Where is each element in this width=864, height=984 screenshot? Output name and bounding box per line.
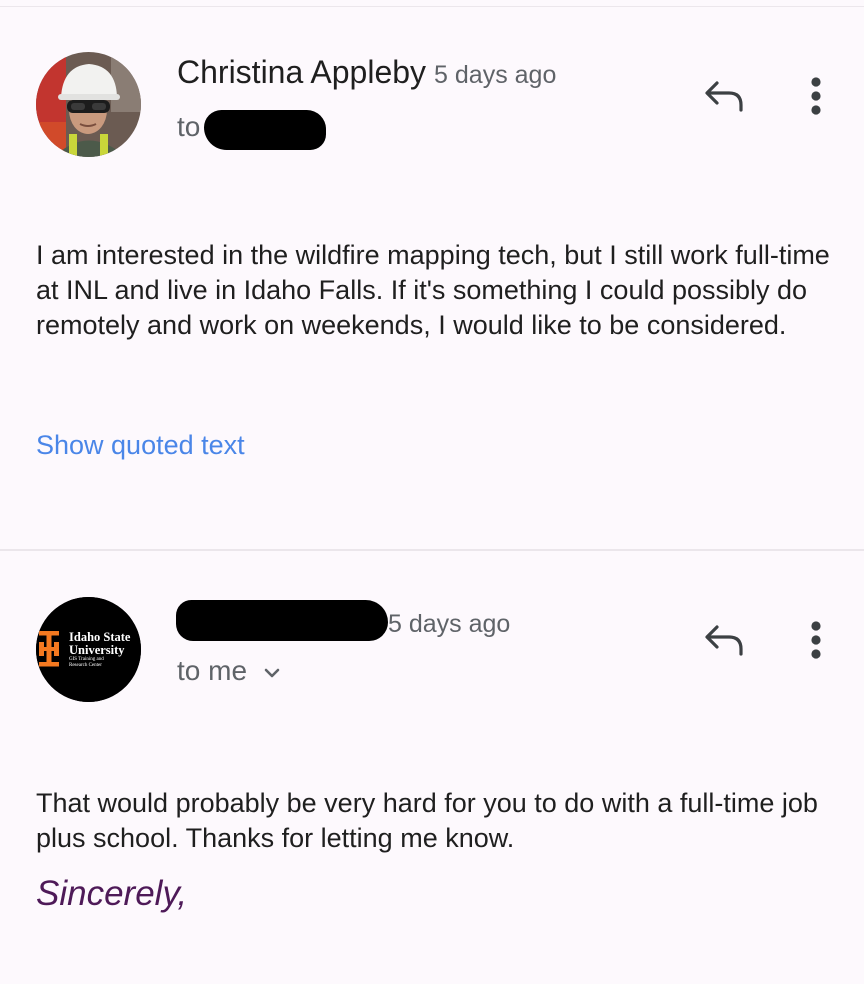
- recipient-line[interactable]: to: [177, 111, 200, 143]
- reply-button[interactable]: [696, 68, 752, 124]
- reply-arrow-icon: [705, 81, 743, 112]
- person-photo: [36, 52, 141, 157]
- signature-signoff: Sincerely,: [36, 874, 188, 913]
- email-message-2: Idaho State University GIS Training and …: [0, 551, 864, 984]
- redaction-mark: [176, 600, 388, 641]
- recipient-text: to me: [177, 655, 248, 686]
- sender-name[interactable]: Christina Appleby: [177, 54, 426, 90]
- sender-line: Christina Appleby 5 days ago: [177, 54, 556, 91]
- reply-button[interactable]: [696, 612, 752, 668]
- sender-avatar[interactable]: [36, 52, 141, 157]
- recipient-line[interactable]: to me: [177, 655, 281, 687]
- redaction-mark: [204, 110, 326, 150]
- reply-arrow-icon: [705, 625, 743, 656]
- chevron-down-icon[interactable]: [263, 667, 281, 679]
- message-body: That would probably be very hard for you…: [36, 788, 818, 853]
- more-options-button[interactable]: [792, 68, 840, 124]
- recipient-prefix: to: [177, 111, 201, 142]
- more-options-button[interactable]: [792, 612, 840, 668]
- message-time: 5 days ago: [388, 610, 511, 638]
- email-message-1: Christina Appleby 5 days ago to I am inte…: [0, 0, 864, 549]
- message-body: I am interested in the wildfire mapping …: [36, 240, 830, 340]
- show-quoted-text-link[interactable]: Show quoted text: [36, 430, 245, 461]
- sender-avatar[interactable]: Idaho State University GIS Training and …: [36, 597, 141, 702]
- sender-line: 5 days ago: [388, 603, 510, 640]
- message-time: 5 days ago: [434, 61, 557, 89]
- more-vert-icon: [811, 77, 821, 115]
- more-vert-icon: [811, 621, 821, 659]
- isu-wordmark: Idaho State University GIS Training and …: [69, 630, 131, 668]
